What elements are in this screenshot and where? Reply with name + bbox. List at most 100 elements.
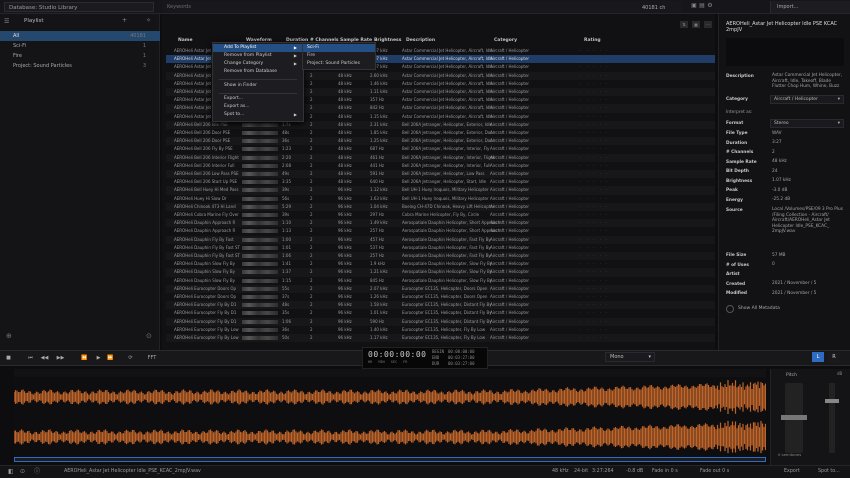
table-row[interactable]: AEROHeli Bell 206 Interior Full 2:08 2 48 k… xyxy=(166,162,715,170)
sidebar-item-fire[interactable]: Fire 1 xyxy=(0,51,160,61)
table-row[interactable]: AEROHeli Cobra Marine Fly Over 39s 2 96 kHz… xyxy=(166,211,715,219)
table-row[interactable]: AEROHeli Huey Hi Slow Dr 56s 2 96 kHz 1.63 k… xyxy=(166,195,715,203)
add-playlist-icon[interactable]: + xyxy=(122,17,127,24)
menu-item-remove-from-playlist[interactable]: Remove from Playlist ▶ xyxy=(213,52,303,60)
table-row[interactable]: AEROHeli Bell 206 Interior Flight 2:20 2 48… xyxy=(166,153,715,162)
col-category[interactable]: Category xyxy=(494,38,517,43)
menu-item-add-to-playlist[interactable]: Add To Playlist ▶ xyxy=(213,44,303,52)
add-icon[interactable]: ⊕ xyxy=(6,332,12,340)
category-select[interactable]: Aircraft / Helicopter ▾ xyxy=(770,95,844,104)
cell-rating[interactable]: · · · · · xyxy=(580,88,609,96)
cell-rating[interactable]: · · · · · xyxy=(580,63,609,71)
table-row[interactable]: AEROHeli Dauphin Slow Fly By 1:15 2 96 kHz 8… xyxy=(166,277,715,285)
table-row[interactable]: AEROHeli Chinook 473 Hi Land 5:29 2 96 kHz 1… xyxy=(166,202,715,211)
cell-rating[interactable]: · · · · · xyxy=(580,137,609,145)
col-brightness[interactable]: Brightness xyxy=(374,38,401,43)
cell-rating[interactable]: · · · · · xyxy=(580,121,609,129)
loop-icon[interactable]: ⟳ xyxy=(124,353,137,363)
format-select[interactable]: Stereo ▾ xyxy=(770,119,844,128)
cell-rating[interactable]: · · · · · xyxy=(580,326,609,334)
cell-rating[interactable]: · · · · · xyxy=(580,293,609,301)
table-row[interactable]: AEROHeli Dauphin Approach R 1:13 2 96 kHz 25… xyxy=(166,227,715,235)
cell-rating[interactable]: · · · · · xyxy=(580,334,609,342)
cell-rating[interactable]: · · · · · xyxy=(580,277,609,285)
menu-item-remove-from-database[interactable]: Remove from Database xyxy=(213,68,303,76)
table-row[interactable]: AEROHeli Dauphin Approach R 1:10 2 96 kHz 1.… xyxy=(166,219,715,228)
cell-rating[interactable]: · · · · · xyxy=(580,219,609,227)
stop-icon[interactable]: ■ xyxy=(2,353,15,363)
table-row[interactable]: AEROHeli Bell 206 Idle PSE 1:7s 2 48 kHz 2.3… xyxy=(166,120,715,129)
cell-rating[interactable]: · · · · · xyxy=(580,96,609,104)
table-row[interactable]: AEROHeli Eurocopter Fly By D1 35s 2 96 kHz 1… xyxy=(166,309,715,317)
cell-rating[interactable]: · · · · · xyxy=(580,227,609,235)
info-icon[interactable]: ⓘ xyxy=(34,466,40,478)
cell-rating[interactable]: · · · · · xyxy=(580,72,609,80)
right-channel-button[interactable]: R xyxy=(828,352,840,362)
menu-item-spot-to[interactable]: Spot to... ▶ xyxy=(213,111,303,119)
column-icon[interactable]: ▦ xyxy=(692,21,700,28)
cell-rating[interactable]: · · · · · xyxy=(580,47,609,55)
table-row[interactable]: AEROHeli Bell 206 Door PSE 36s 2 48 kHz 1.25… xyxy=(166,137,715,146)
cell-rating[interactable]: · · · · · xyxy=(580,80,609,88)
table-row[interactable]: AEROHeli Dauphin Slow Fly By 1:37 2 96 kHz 1… xyxy=(166,268,715,277)
table-row[interactable]: AEROHeli Dauphin Slow Fly By 1:41 2 96 kHz 1… xyxy=(166,260,715,268)
rewind-icon[interactable]: ◀◀ xyxy=(38,353,51,363)
submenu-item-fire[interactable]: Fire xyxy=(303,52,375,60)
cell-rating[interactable]: · · · · · xyxy=(580,113,609,121)
menu-item-change-category[interactable]: Change Category ▶ xyxy=(213,60,303,68)
cell-rating[interactable]: · · · · · xyxy=(580,195,609,203)
cell-rating[interactable]: · · · · · xyxy=(580,211,609,219)
cell-rating[interactable]: · · · · · xyxy=(580,162,609,170)
menu-item-show-in-finder[interactable]: Show in Finder xyxy=(213,82,303,90)
table-row[interactable]: AEROHeli Dauphin Fly By Fast ST 1:06 2 96 k… xyxy=(166,252,715,261)
sidebar-item-sci-fi[interactable]: Sci-Fi 1 xyxy=(0,41,160,51)
table-row[interactable]: AEROHeli Dauphin Fly By Fast 1:00 2 96 kHz 4… xyxy=(166,235,715,244)
fade-out[interactable]: Fade out 0 s xyxy=(700,466,729,478)
cell-rating[interactable]: · · · · · xyxy=(580,170,609,178)
cell-rating[interactable]: · · · · · xyxy=(580,244,609,252)
options-icon[interactable]: ⊙ xyxy=(146,332,152,340)
table-row[interactable]: AEROHeli Eurocopter Fly By Low 50s 2 96 kHz… xyxy=(166,334,715,343)
table-row[interactable]: AEROHeli Bell 206 Low Pass PSE 49s 2 48 kHz… xyxy=(166,170,715,179)
prev-icon[interactable]: ⏪ xyxy=(78,353,91,363)
cell-rating[interactable]: · · · · · xyxy=(580,318,609,326)
volume-icon[interactable]: ◧ xyxy=(8,466,14,478)
cell-rating[interactable]: · · · · · xyxy=(580,145,609,153)
fade-in[interactable]: Fade in 0 s xyxy=(652,466,678,478)
col-description[interactable]: Description xyxy=(406,38,435,43)
playlist-menu-icon[interactable]: ✧ xyxy=(146,17,151,24)
cell-rating[interactable]: · · · · · xyxy=(580,252,609,260)
import-button[interactable]: Import... xyxy=(770,1,850,13)
show-all-metadata-checkbox[interactable] xyxy=(726,305,734,313)
table-row[interactable]: AEROHeli Eurocopter Fly By D1 1:06 2 96 kHz… xyxy=(166,317,715,326)
waveform-display[interactable] xyxy=(13,377,767,457)
submenu-item-project-sound-particles[interactable]: Project: Sound Particles xyxy=(303,60,375,68)
gain-slider-handle[interactable] xyxy=(825,399,839,403)
cell-rating[interactable]: · · · · · xyxy=(580,301,609,309)
col-rating[interactable]: Rating xyxy=(584,38,601,43)
table-row[interactable]: AEROHeli Dauphin Fly By Fast ST 1:01 2 96 k… xyxy=(166,244,715,252)
table-row[interactable]: AEROHeli Eurocopter Doors Op 37s 2 96 kHz 1.… xyxy=(166,293,715,301)
export-button[interactable]: Export xyxy=(784,466,800,478)
description-value[interactable]: Astar Commercial Jet Helicopter, Aircraf… xyxy=(772,73,844,90)
more-icon[interactable]: ⋯ xyxy=(704,21,712,28)
sidebar-item-all[interactable]: All 40181 xyxy=(0,31,160,41)
cell-rating[interactable]: · · · · · xyxy=(580,186,609,194)
table-row[interactable]: AEROHeli Bell 206 Door PSE 48s 2 48 kHz 1.85… xyxy=(166,129,715,137)
next-icon[interactable]: ⏩ xyxy=(104,353,117,363)
cell-rating[interactable]: · · · · · xyxy=(580,178,609,186)
pitch-slider-handle[interactable] xyxy=(781,415,807,420)
channel-mode-select[interactable]: Mono ▾ xyxy=(605,352,655,362)
menu-item-export[interactable]: Export... xyxy=(213,95,303,103)
cell-rating[interactable]: · · · · · xyxy=(580,285,609,293)
cell-rating[interactable]: · · · · · xyxy=(580,309,609,317)
menu-item-export-as[interactable]: Export as... xyxy=(213,103,303,111)
waveform-scrollbar[interactable] xyxy=(14,457,766,462)
table-row[interactable]: AEROHeli Bell 206 Fly By PSE 1:23 2 48 kHz 6… xyxy=(166,145,715,153)
cell-rating[interactable]: · · · · · xyxy=(580,104,609,112)
cell-rating[interactable]: · · · · · xyxy=(580,55,609,63)
table-row[interactable]: AEROHeli Bell 206 Start Up PSE 3:35 2 48 kH… xyxy=(166,178,715,186)
cell-rating[interactable]: · · · · · xyxy=(580,154,609,162)
table-row[interactable]: AEROHeli Bell Huey Hi Med Pass 39s 2 96 kHz… xyxy=(166,186,715,195)
submenu-item-sci-fi[interactable]: Sci-Fi xyxy=(303,44,375,52)
